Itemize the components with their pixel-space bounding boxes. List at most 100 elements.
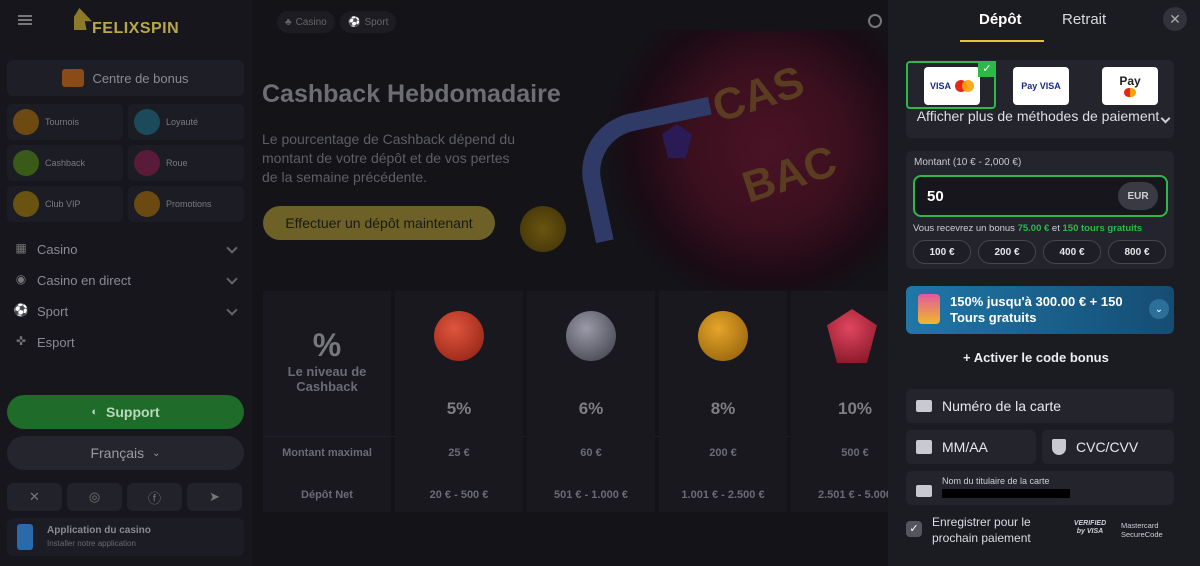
support-button[interactable]: ◐ Support [7, 395, 244, 429]
tile-wheel[interactable]: Roue [128, 145, 244, 181]
coin-icon [566, 311, 616, 361]
pill-sport[interactable]: ⚽ Sport [340, 11, 397, 33]
x-icon[interactable]: ✕ [7, 483, 62, 511]
apple-pay-label: Pay [1119, 74, 1141, 88]
tile-tournaments[interactable]: Tournois [7, 104, 123, 140]
phone-icon [17, 524, 33, 550]
language-label: Français [90, 445, 145, 461]
check-icon: ✓ [978, 61, 996, 77]
bonus-center-button[interactable]: Centre de bonus [7, 60, 244, 96]
level-percent: 5% [446, 399, 472, 418]
card-holder-field[interactable]: Nom du titulaire de la carte [906, 471, 1174, 505]
quick-amount-800[interactable]: 800 € [1108, 240, 1166, 264]
expiry-field[interactable]: MM/AA [906, 430, 1036, 464]
deposit-now-button[interactable]: Effectuer un dépôt maintenant [263, 206, 495, 240]
id-card-icon [916, 485, 932, 497]
tile-label: Roue [166, 158, 188, 168]
nav-casino[interactable]: ▦ Casino [7, 235, 244, 263]
tile-label: Promotions [166, 199, 212, 209]
cvc-field[interactable]: CVC/CVV [1042, 430, 1174, 464]
mastercard-securecode-logo: Mastercard SecureCode [1121, 521, 1163, 539]
close-icon[interactable]: ✕ [1163, 7, 1187, 31]
level-net: 1.001 € - 2.500 € [681, 489, 765, 501]
tile-label: Loyauté [166, 117, 199, 127]
facebook-icon[interactable]: ⓕ [127, 483, 182, 511]
pill-label: Sport [364, 16, 389, 28]
telegram-icon[interactable]: ➤ [187, 483, 242, 511]
cashback-level-10: 10% 500 € 2.501 € - 5.000 [791, 291, 888, 512]
tile-label: Tournois [45, 117, 80, 127]
level-net: 501 € - 1.000 € [553, 489, 628, 501]
main-content: ♣ Casino ⚽ Sport CAS BAC Cashback Hebdomad… [252, 0, 888, 566]
card-icon [916, 400, 932, 412]
level-max: 500 € [841, 447, 869, 459]
crown-icon [13, 191, 39, 217]
currency-badge: EUR [1118, 182, 1158, 210]
tile-vip[interactable]: Club VIP [7, 186, 123, 222]
pill-casino[interactable]: ♣ Casino [277, 11, 335, 33]
table-header-label: Le niveau de Cashback [287, 364, 367, 394]
nav-label: Casino en direct [37, 272, 131, 288]
tab-deposit[interactable]: Dépôt [979, 11, 1022, 28]
bonus-prefix: Vous recevrez un bonus [913, 223, 1015, 234]
instagram-icon[interactable]: ◎ [67, 483, 122, 511]
tile-promotions[interactable]: Promotions [128, 186, 244, 222]
logo[interactable]: FELIXSPIN [92, 20, 179, 38]
card-number-field[interactable]: Numéro de la carte [906, 389, 1174, 423]
apple-pay-visa-label: Pay VISA [1021, 80, 1061, 91]
activate-bonus-code[interactable]: + Activer le code bonus [963, 350, 1109, 365]
row-label-max: Montant maximal [282, 447, 372, 459]
nav-sport[interactable]: ⚽ Sport [7, 297, 244, 325]
level-percent: 8% [710, 399, 736, 418]
chevron-down-icon[interactable]: ⌄ [1149, 299, 1169, 319]
tile-loyalty[interactable]: Loyauté [128, 104, 244, 140]
cash-icon [13, 150, 39, 176]
sidebar: FELIXSPIN Centre de bonus Tournois Loyau… [0, 0, 252, 566]
save-checkbox[interactable]: ✓ [906, 521, 922, 537]
gift-icon [918, 294, 940, 324]
show-more-methods[interactable]: Afficher plus de méthodes de paiement [910, 107, 1166, 125]
quick-amount-200[interactable]: 200 € [978, 240, 1036, 264]
quick-amount-400[interactable]: 400 € [1043, 240, 1101, 264]
casino-app-banner[interactable]: Application du casino Installer notre ap… [7, 518, 244, 556]
expiry-placeholder: MM/AA [942, 439, 988, 455]
amount-label: Montant (10 € - 2,000 €) [914, 157, 1022, 168]
nav-label: Casino [37, 241, 78, 257]
calendar-icon [916, 440, 932, 454]
bonus-mid: et [1051, 223, 1060, 234]
language-select[interactable]: Français ⌄ [7, 436, 244, 470]
tile-label: Cashback [45, 158, 86, 168]
method-apple-pay[interactable]: Pay [1102, 67, 1158, 105]
nav-live-casino[interactable]: ◉ Casino en direct [7, 266, 244, 294]
method-apple-pay-visa[interactable]: Pay VISA [1013, 67, 1069, 105]
bonus-center-label: Centre de bonus [92, 70, 189, 86]
cashback-level-6: 6% 60 € 501 € - 1.000 € [527, 291, 655, 512]
gift-icon [62, 69, 85, 87]
verified-by-visa-logo: VERIFIED by VISA [1073, 520, 1107, 535]
gamepad-icon: ✜ [15, 334, 27, 348]
search-icon[interactable] [868, 14, 882, 28]
promo-text: 150% jusqu'à 300.00 € + 150 Tours gratui… [950, 294, 1123, 325]
quick-amount-100[interactable]: 100 € [913, 240, 971, 264]
promo-banner[interactable]: 150% jusqu'à 300.00 € + 150 Tours gratui… [906, 286, 1174, 334]
card-number-placeholder: Numéro de la carte [942, 398, 1062, 414]
save-label: Enregistrer pour le prochain paiement [932, 515, 1031, 545]
bonus-spins: 150 tours gratuits [1062, 223, 1143, 234]
level-max: 60 € [580, 447, 602, 459]
chevron-down-icon [226, 273, 238, 285]
menu-icon[interactable] [18, 15, 32, 25]
card-holder-label: Nom du titulaire de la carte [942, 476, 1050, 486]
nav-esport[interactable]: ✜ Esport [7, 328, 244, 356]
active-tab-indicator [960, 40, 1044, 42]
hero-text: Le pourcentage de Cashback dépend du mon… [262, 131, 515, 185]
tile-cashback[interactable]: Cashback [7, 145, 123, 181]
ball-icon: ⚽ [13, 303, 29, 317]
tab-withdraw[interactable]: Retrait [1062, 11, 1106, 28]
shield-icon [134, 109, 160, 135]
chevron-down-icon [226, 304, 238, 316]
cashback-level-8: 8% 200 € 1.001 € - 2.500 € [659, 291, 787, 512]
casino-icon: ♣ [285, 16, 292, 28]
hero-title: Cashback Hebdomadaire [262, 80, 561, 108]
bonus-info: Vous recevrez un bonus 75.00 € et 150 to… [913, 223, 1142, 234]
nav-label: Sport [37, 303, 69, 319]
